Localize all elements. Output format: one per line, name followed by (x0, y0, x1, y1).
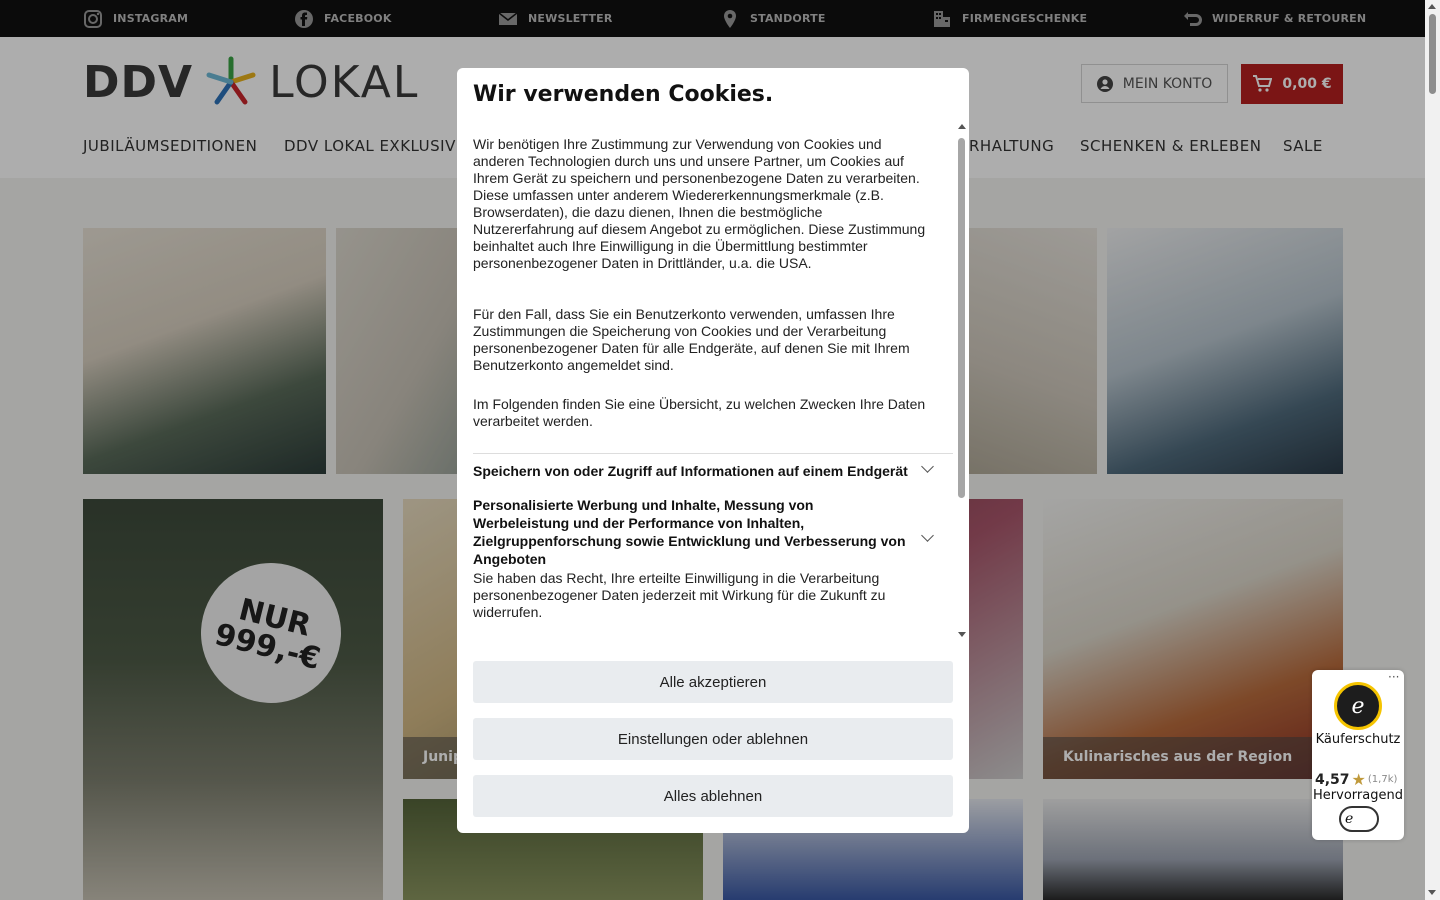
accordion-personalised-ads[interactable]: Personalisierte Werbung und Inhalte, Mes… (473, 496, 913, 568)
cookie-paragraph-overview: Im Folgenden finden Sie eine Übersicht, … (473, 396, 926, 429)
cookie-paragraph-intro: Wir benötigen Ihre Zustimmung zur Verwen… (473, 136, 926, 271)
rating-count: (1,7k) (1367, 774, 1398, 785)
buyer-protection-label: Käuferschutz (1315, 732, 1401, 747)
rating-grade: Hervorragend (1313, 788, 1403, 803)
cookie-dialog-scrollbar[interactable] (957, 122, 967, 640)
star-icon: ★ (1351, 770, 1366, 789)
cookie-scrollbar-thumb[interactable] (958, 138, 965, 498)
divider (473, 453, 953, 454)
accordion-storage-access[interactable]: Speichern von oder Zugriff auf Informati… (473, 462, 938, 480)
scrollbar-thumb[interactable] (1429, 14, 1436, 94)
rating-row: 4,57 ★ (1,7k) (1315, 770, 1397, 789)
cookie-paragraph-revoke: Sie haben das Recht, Ihre erteilte Einwi… (473, 570, 886, 620)
more-options-icon[interactable]: ··· (1388, 670, 1399, 684)
trusted-shops-badge[interactable]: ··· e Käuferschutz 4,57 ★ (1,7k) Hervorr… (1312, 670, 1404, 840)
cookie-dialog-body[interactable]: Wir benötigen Ihre Zustimmung zur Verwen… (473, 136, 953, 644)
reject-all-button[interactable]: Alles ablehnen (473, 775, 953, 817)
chevron-down-icon[interactable] (921, 529, 934, 542)
cookie-paragraph-account: Für den Fall, dass Sie ein Benutzerkonto… (473, 306, 910, 373)
settings-or-reject-button[interactable]: Einstellungen oder ablehnen (473, 718, 953, 760)
scroll-down-arrow-icon[interactable] (958, 632, 966, 637)
cookie-consent-dialog: Wir verwenden Cookies. Wir benötigen Ihr… (457, 68, 969, 833)
cookie-dialog-title: Wir verwenden Cookies. (473, 82, 774, 107)
scroll-up-arrow-icon[interactable] (958, 124, 966, 129)
trusted-shops-toggle-icon[interactable]: e (1339, 806, 1379, 832)
accept-all-button[interactable]: Alle akzeptieren (473, 661, 953, 703)
trusted-shops-seal-icon: e (1334, 682, 1382, 730)
rating-value: 4,57 (1315, 771, 1350, 788)
scroll-down-arrow-icon[interactable] (1428, 890, 1436, 895)
scroll-up-arrow-icon[interactable] (1428, 4, 1436, 9)
page-scrollbar[interactable] (1425, 0, 1440, 900)
